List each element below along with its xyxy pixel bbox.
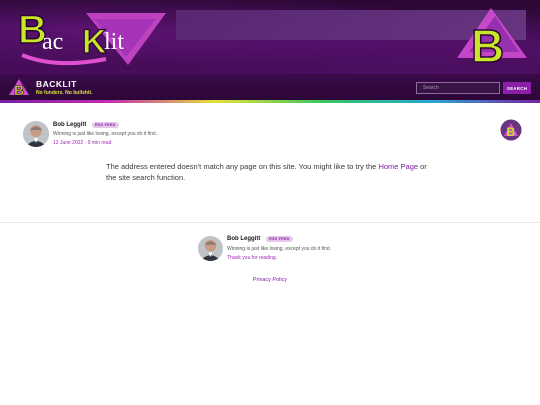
author-name[interactable]: Bob Leggitt bbox=[53, 122, 86, 128]
nav-logo-icon[interactable]: B bbox=[8, 78, 30, 97]
site-tagline: No funders. No bullshit. bbox=[36, 90, 93, 96]
corner-logo-letter: B bbox=[507, 125, 516, 139]
author-bio: Winning is just like losing, except you … bbox=[53, 131, 158, 137]
home-page-link[interactable]: Home Page bbox=[378, 162, 418, 171]
footer-author-name[interactable]: Bob Leggitt bbox=[227, 236, 260, 242]
footer-divider bbox=[0, 222, 540, 223]
footer-author-bio: Winning is just like losing, except you … bbox=[227, 246, 332, 252]
logo-letters-lit: lit bbox=[104, 29, 124, 55]
site-title[interactable]: BACKLIT bbox=[36, 79, 77, 89]
post-meta: 12 June 2022 · 9 min read bbox=[53, 140, 112, 146]
monogram-letter: B bbox=[471, 20, 504, 70]
monogram-logo: B bbox=[457, 8, 527, 70]
backlit-logo[interactable]: B ac K lit bbox=[16, 5, 168, 69]
search-input[interactable] bbox=[416, 82, 500, 94]
not-found-message: The address entered doesn't match any pa… bbox=[106, 162, 436, 183]
corner-logo-icon[interactable]: B bbox=[500, 119, 522, 141]
logo-letters-ac: ac bbox=[42, 29, 63, 55]
thank-you-text: Thank you for reading. bbox=[227, 255, 278, 261]
site-banner: B ac K lit B bbox=[0, 0, 540, 74]
footer-rss-feed-badge[interactable]: RSS FEED bbox=[266, 236, 293, 242]
privacy-policy-link[interactable]: Privacy Policy bbox=[0, 277, 540, 283]
rss-feed-badge[interactable]: RSS FEED bbox=[92, 122, 119, 128]
rainbow-divider bbox=[0, 100, 540, 103]
nav-logo-letter: B bbox=[14, 82, 24, 97]
footer-author-avatar bbox=[198, 236, 223, 261]
author-avatar bbox=[23, 121, 49, 147]
search-button[interactable]: SEARCH bbox=[503, 82, 531, 94]
message-text: The address entered doesn't match any pa… bbox=[106, 162, 379, 171]
